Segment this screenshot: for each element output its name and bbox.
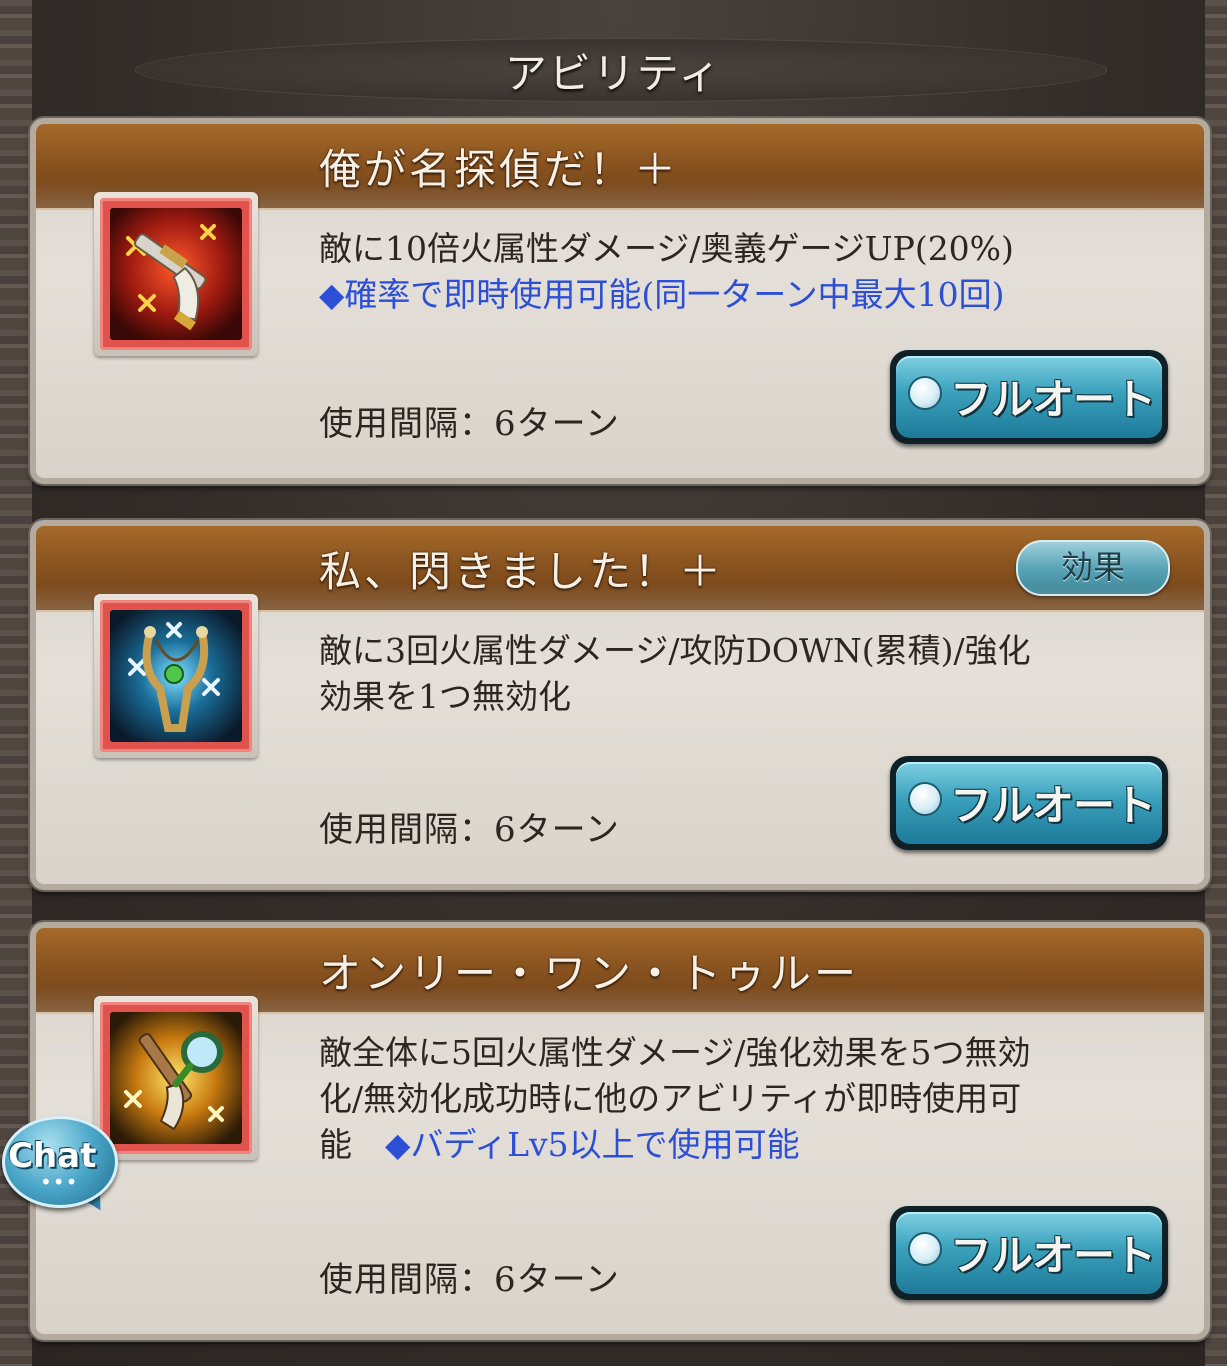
chat-button[interactable]: Chat •••: [2, 1116, 118, 1218]
chat-dots-icon: •••: [40, 1170, 79, 1194]
cooldown-text: 使用間隔：6ターン: [319, 404, 620, 444]
full-auto-button[interactable]: フルオート: [890, 350, 1168, 444]
page-title: アビリティ: [504, 49, 723, 98]
toggle-dot-icon: [910, 1234, 940, 1264]
ability-card: 私、閃きました！＋ 効果 敵に3回火属性ダメージ/攻防DOWN(累積)/強化 効…: [30, 520, 1210, 890]
full-auto-label: フルオート: [950, 1231, 1156, 1280]
ability-name: オンリー・ワン・トゥルー: [319, 949, 860, 998]
icon-border: [100, 600, 252, 752]
desc-line: 能 ◆バディLv5以上で使用可能: [319, 1122, 1164, 1168]
slingshot-icon: [110, 610, 242, 742]
ability-name: 私、閃きました！＋: [319, 547, 725, 596]
ability-card: オンリー・ワン・トゥルー 敵全体に5回火属性ダメージ/強化効果を5つ無効 化/無…: [30, 922, 1210, 1340]
ability-card: 俺が名探偵だ！＋ 敵に10倍火属性ダメージ/奥義ゲージUP(20%) ◆確率で即…: [30, 118, 1210, 484]
cooldown-text: 使用間隔：6ターン: [319, 810, 620, 850]
ability-description: 敵に3回火属性ダメージ/攻防DOWN(累積)/強化 効果を1つ無効化: [319, 628, 1164, 720]
desc-condition: ◆バディLv5以上で使用可能: [385, 1125, 800, 1164]
full-auto-label: フルオート: [950, 375, 1156, 424]
flintlock-pistol-icon: [110, 208, 242, 340]
toggle-dot-icon: [910, 784, 940, 814]
desc-line: 敵全体に5回火属性ダメージ/強化効果を5つ無効: [319, 1033, 1031, 1072]
desc-line: 敵に3回火属性ダメージ/攻防DOWN(累積)/強化: [319, 631, 1031, 670]
icon-border: [100, 1002, 252, 1154]
full-auto-button[interactable]: フルオート: [890, 1206, 1168, 1300]
full-auto-label: フルオート: [950, 781, 1156, 830]
effect-button[interactable]: 効果: [1016, 540, 1170, 596]
desc-line: 効果を1つ無効化: [319, 677, 571, 716]
ability-icon-frame[interactable]: [94, 192, 258, 356]
cooldown-text: 使用間隔：6ターン: [319, 1260, 620, 1300]
ability-description: 敵全体に5回火属性ダメージ/強化効果を5つ無効 化/無効化成功時に他のアビリティ…: [319, 1030, 1164, 1168]
desc-line: 化/無効化成功時に他のアビリティが即時使用可: [319, 1079, 1022, 1118]
desc-text: 能: [319, 1125, 385, 1164]
desc-condition: ◆確率で即時使用可能(同一ターン中最大10回): [319, 275, 1005, 314]
full-auto-button[interactable]: フルオート: [890, 756, 1168, 850]
ability-icon-frame[interactable]: [94, 996, 258, 1160]
ability-name: 俺が名探偵だ！＋: [319, 145, 680, 194]
toggle-dot-icon: [910, 378, 940, 408]
pistol-magnifier-icon: [110, 1012, 242, 1144]
ability-description: 敵に10倍火属性ダメージ/奥義ゲージUP(20%) ◆確率で即時使用可能(同一タ…: [319, 226, 1164, 318]
ability-icon-frame[interactable]: [94, 594, 258, 758]
icon-border: [100, 198, 252, 350]
desc-line: 敵に10倍火属性ダメージ/奥義ゲージUP(20%): [319, 229, 1014, 268]
